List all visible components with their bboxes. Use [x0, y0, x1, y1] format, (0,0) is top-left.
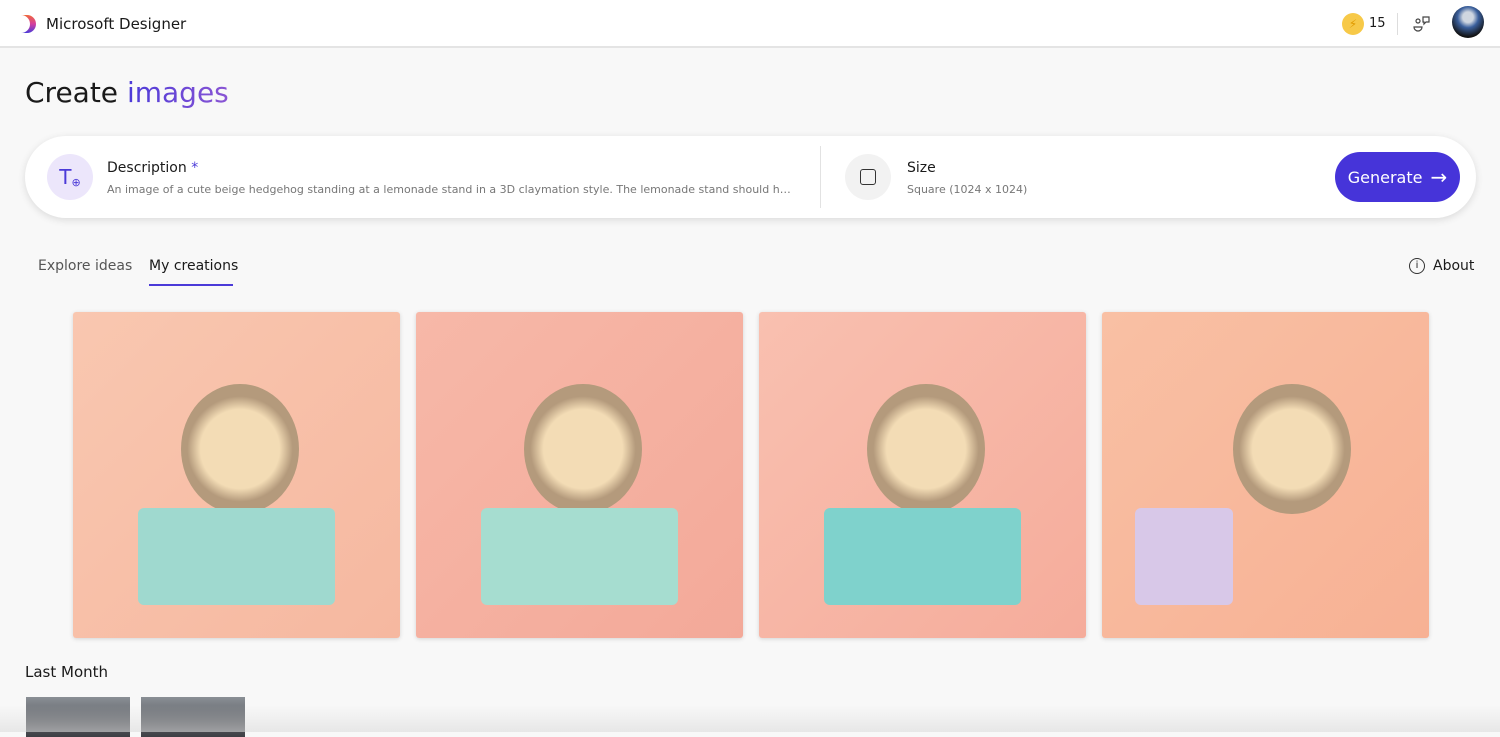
page-title: Create images	[25, 76, 229, 109]
info-icon: i	[1409, 258, 1425, 274]
about-button[interactable]: i About	[1409, 258, 1474, 274]
tab-explore-ideas[interactable]: Explore ideas	[38, 258, 132, 274]
bottom-fade	[0, 705, 1500, 732]
tab-my-creations[interactable]: My creations	[149, 258, 238, 274]
feedback-icon[interactable]	[1412, 14, 1432, 34]
text-add-icon: T ⊕	[47, 154, 93, 200]
description-input[interactable]: An image of a cute beige hedgehog standi…	[107, 183, 797, 196]
user-avatar[interactable]	[1452, 6, 1484, 38]
creation-image[interactable]	[416, 312, 743, 638]
creation-image[interactable]	[759, 312, 1086, 638]
section-title-last-month: Last Month	[25, 663, 109, 681]
prompt-bar: T ⊕ Description * An image of a cute beig…	[25, 136, 1476, 218]
creation-image[interactable]	[73, 312, 400, 638]
generate-button[interactable]: Generate →	[1335, 152, 1460, 202]
divider	[1397, 13, 1398, 35]
arrow-right-icon: →	[1430, 165, 1448, 189]
designer-logo-icon	[21, 15, 36, 33]
creation-image[interactable]	[1102, 312, 1429, 638]
top-bar: Microsoft Designer ⚡ 15	[0, 0, 1500, 48]
description-label: Description *	[107, 160, 199, 176]
size-label: Size	[907, 160, 936, 176]
square-icon[interactable]	[845, 154, 891, 200]
divider	[820, 146, 821, 208]
active-tab-indicator	[149, 284, 233, 286]
lightning-coin-icon[interactable]: ⚡	[1342, 13, 1364, 35]
app-title: Microsoft Designer	[46, 15, 187, 33]
boost-count[interactable]: 15	[1369, 16, 1386, 31]
size-select[interactable]: Square (1024 x 1024)	[907, 183, 1027, 196]
